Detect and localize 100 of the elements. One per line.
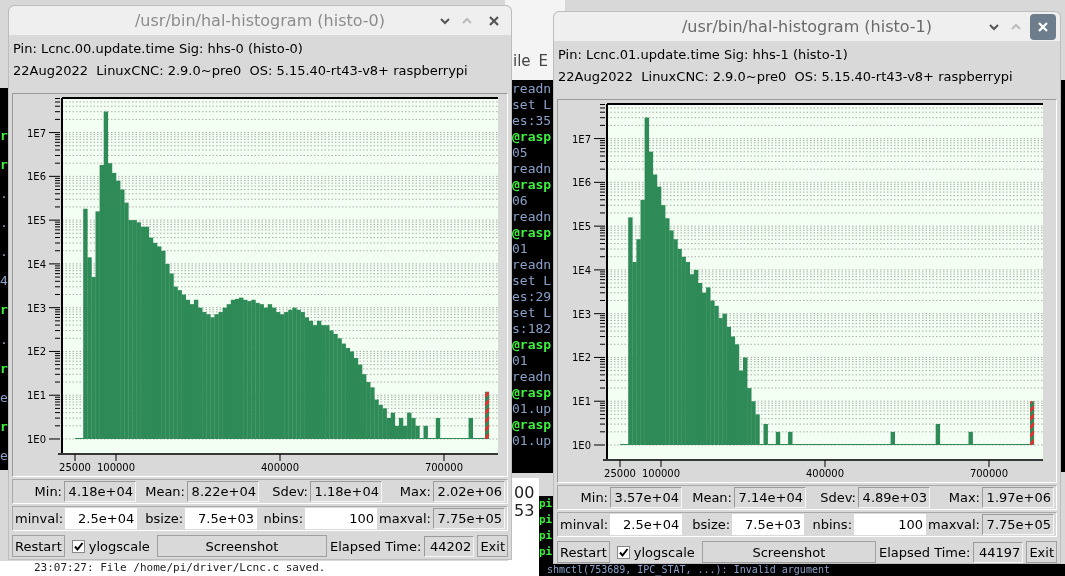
axis-label: 1E6 <box>571 177 591 189</box>
stat-value: 3.57e+04 <box>610 487 682 508</box>
axis-label: 700000 <box>969 468 1009 479</box>
param-label: minval: <box>560 517 609 532</box>
terminal-text: @rasp <box>512 337 553 353</box>
stat-label: Mean: <box>691 490 732 505</box>
param-field: 7.75e+05 <box>982 514 1054 535</box>
exit-button[interactable]: Exit <box>1026 541 1057 563</box>
stat-value: 7.14e+04 <box>734 487 806 508</box>
terminal-text: pi <box>539 528 553 544</box>
param-field[interactable]: 7.5e+03 <box>732 514 805 535</box>
terminal-text: r <box>0 128 9 144</box>
axis-label: 1E1 <box>26 390 46 402</box>
terminal-text: pi <box>539 512 553 528</box>
elapsed-label: Elapsed Time: <box>329 538 422 554</box>
info-text: Pin: Lcnc.01.update.time Sig: hhs-1 (histo-1) <box>558 46 849 64</box>
axis-label: 1E7 <box>571 133 591 145</box>
terminal-text: @rasp <box>512 129 553 145</box>
terminal-text: pi <box>539 544 553 560</box>
stat-value: 8.22e+04 <box>187 481 259 502</box>
stat-value: 1.18e+04 <box>310 481 382 502</box>
stat-label: Max: <box>398 484 431 499</box>
screenshot-button[interactable]: Screenshot <box>701 541 876 563</box>
screenshot-button[interactable]: Screenshot <box>156 535 327 557</box>
log-text: 53 <box>514 502 536 520</box>
axis-label: 1E3 <box>26 302 46 314</box>
axis-label: 1E2 <box>26 346 46 358</box>
param-field[interactable]: 2.5e+04 <box>610 514 683 535</box>
axis-label: 1E0 <box>26 434 46 445</box>
axis-label: 1E7 <box>26 127 46 139</box>
axis-label: 1E5 <box>571 221 591 233</box>
window-title: /usr/bin/hal-histogram (histo-0) <box>134 11 385 30</box>
terminal-text: 06 <box>512 193 529 209</box>
status-message: 23:07:27: File /home/pi/driver/Lcnc.c saved. <box>34 561 326 575</box>
stat-label: Sdev: <box>819 490 856 505</box>
axis-label: 1E2 <box>571 352 591 364</box>
axis-label: 1E6 <box>26 171 46 183</box>
param-field[interactable]: 100 <box>305 508 377 529</box>
stat-value: 2.02e+06 <box>433 481 505 502</box>
param-label: maxval: <box>379 511 431 526</box>
terminal-text: shmctl(753689, IPC_STAT, ...): Invalid argument <box>547 564 830 576</box>
info-text: Pin: Lcnc.00.update.time Sig: hhs-0 (histo-0) <box>13 40 304 58</box>
terminal-text: readn <box>512 161 553 177</box>
param-field[interactable]: 7.5e+03 <box>185 508 258 529</box>
terminal-text: es:29 <box>512 289 553 305</box>
axis-label: 1E3 <box>571 308 591 320</box>
axis-label: 100000 <box>641 468 681 479</box>
terminal-text: s:182 <box>512 321 553 337</box>
exit-button[interactable]: Exit <box>477 535 508 557</box>
terminal-text: r <box>0 157 9 174</box>
menu-item[interactable]: E <box>538 52 549 70</box>
restart-button[interactable]: Restart <box>12 535 65 557</box>
param-label: nbins: <box>262 511 303 526</box>
stat-label: Sdev: <box>271 484 308 499</box>
param-field: 7.75e+05 <box>433 508 505 529</box>
stat-value: 4.89e+03 <box>858 487 930 508</box>
axis-label: 400000 <box>805 468 845 479</box>
stat-label: Max: <box>947 490 980 505</box>
terminal-text: . <box>0 244 9 261</box>
axis-label: 1E0 <box>571 440 591 451</box>
terminal-text: r <box>0 302 9 319</box>
restart-button[interactable]: Restart <box>557 541 610 563</box>
terminal-text: r <box>0 418 9 435</box>
param-label: minval: <box>15 511 64 526</box>
terminal-text: . <box>0 331 9 348</box>
axis-label: 1E4 <box>26 258 46 270</box>
terminal-text: readn <box>512 257 553 273</box>
terminal-text: @rasp <box>512 417 553 433</box>
terminal-text: @rasp <box>512 385 553 401</box>
elapsed-label: Elapsed Time: <box>878 544 971 560</box>
stat-label: Min: <box>579 490 608 505</box>
terminal-text: 01 <box>512 241 529 257</box>
terminal-text: readn <box>512 81 553 97</box>
param-field[interactable]: 100 <box>854 514 926 535</box>
checkbox-label: ylogscale <box>88 538 150 554</box>
window-title: /usr/bin/hal-histogram (histo-1) <box>681 17 932 36</box>
elapsed-value: 44197 <box>973 541 1024 563</box>
stat-value: 4.18e+04 <box>64 481 136 502</box>
axis-label: 25000 <box>604 468 636 479</box>
axis-label: 700000 <box>424 462 464 473</box>
stat-value: 1.97e+06 <box>982 487 1054 508</box>
axis-label: 1E4 <box>571 264 591 276</box>
elapsed-value: 44202 <box>424 535 475 557</box>
terminal-text: readn <box>512 209 553 225</box>
terminal-text: readn <box>512 369 553 385</box>
stat-label: Min: <box>33 484 62 499</box>
axis-label: 400000 <box>260 462 300 473</box>
axis-label: 1E1 <box>571 396 591 408</box>
terminal-text: 4 <box>0 273 9 290</box>
terminal-text: @rasp <box>512 177 553 193</box>
axis-label: 100000 <box>96 462 136 473</box>
stat-label: Mean: <box>144 484 185 499</box>
info-text: 22Aug2022 LinuxCNC: 2.9.0~pre0 OS: 5.15.40-rt43-v8+ raspberrypi <box>558 68 1014 86</box>
log-text: 00 <box>514 484 536 502</box>
terminal-text: 01.up <box>512 433 553 449</box>
axis-label: 25000 <box>59 462 91 473</box>
param-label: nbins: <box>811 517 852 532</box>
param-field[interactable]: 2.5e+04 <box>65 508 138 529</box>
menu-item[interactable]: ile <box>513 52 531 70</box>
terminal-text: e <box>0 389 9 406</box>
